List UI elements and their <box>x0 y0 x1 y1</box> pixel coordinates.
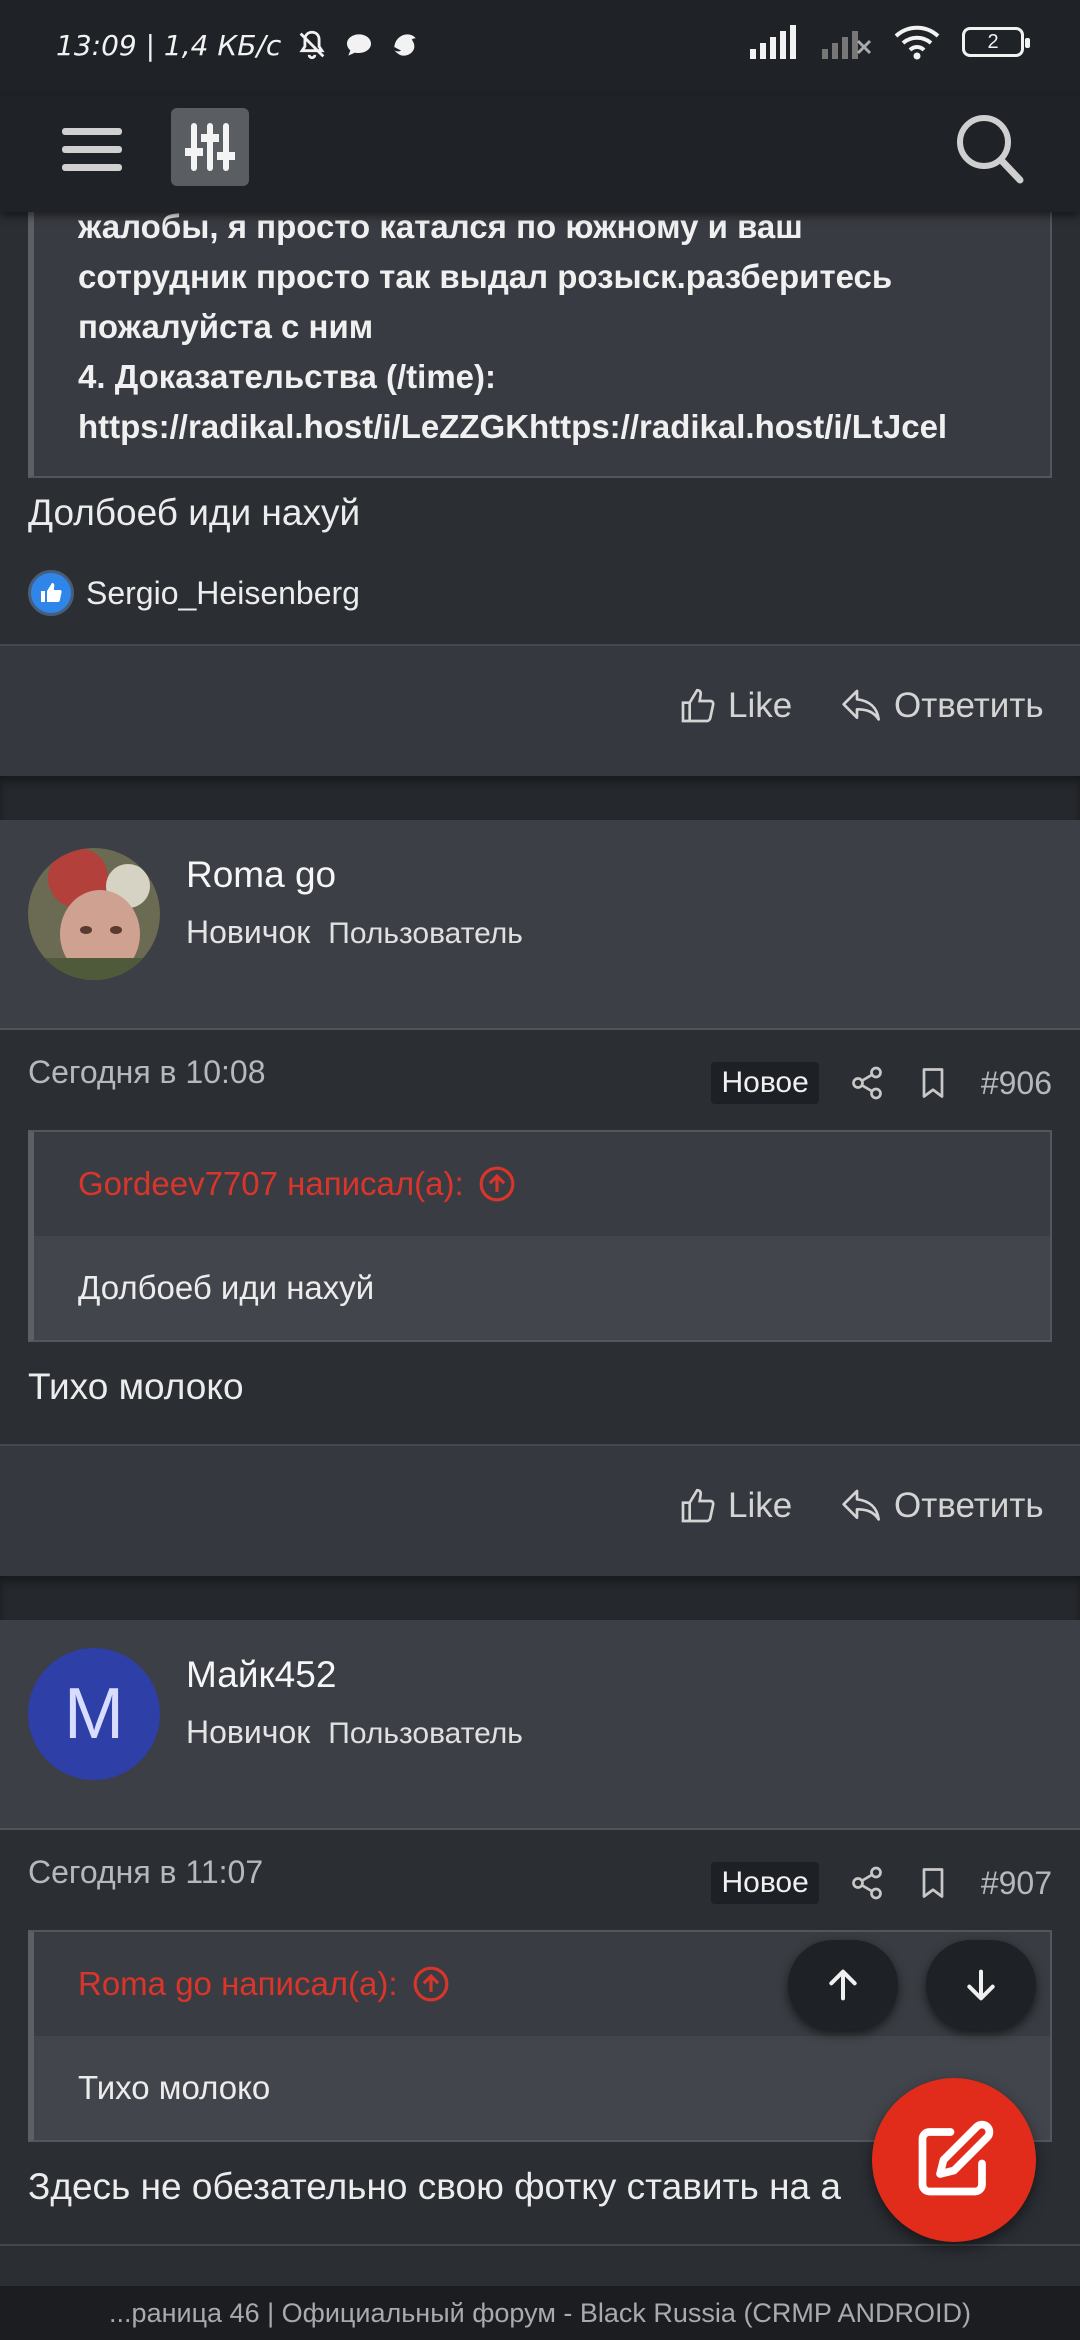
rank-label: Новичок <box>186 914 311 950</box>
bookmark-icon[interactable] <box>915 1865 951 1901</box>
arrow-up-circle-icon[interactable] <box>478 1165 516 1203</box>
post-meta-actions: Новое #906 <box>711 1062 1052 1104</box>
rank-label: Новичок <box>186 1714 311 1750</box>
arrow-up-icon <box>829 1969 857 2001</box>
thread-content[interactable]: жалобы, я просто катался по южному и ваш… <box>0 212 1080 2286</box>
reply-button[interactable]: Ответить <box>840 686 1044 726</box>
avatar-letter: M <box>64 1674 124 1754</box>
like-button[interactable]: Like <box>678 1486 792 1526</box>
status-time: 13:09 | 1,4 КБ/с <box>56 28 282 62</box>
quote-body: Долбоеб иди нахуй <box>34 1236 1050 1340</box>
filter-button[interactable] <box>171 108 249 186</box>
app-bar <box>0 96 1080 212</box>
quote-block: жалобы, я просто катался по южному и ваш… <box>28 212 1052 478</box>
avatar[interactable] <box>28 848 160 980</box>
author-name[interactable]: Roma go <box>186 854 336 896</box>
quote-line: сотрудник просто так выдал розыск.разбер… <box>78 258 893 295</box>
like-label: Like <box>728 686 793 725</box>
quote-line: пожалуйста с ним <box>78 308 374 345</box>
post-meta: Сегодня в 10:08 Новое #906 <box>0 1028 1080 1132</box>
bookmark-icon[interactable] <box>915 1065 951 1101</box>
signal-no-sim-icon <box>822 31 872 59</box>
post-author-header: M Майк452 Новичок Пользователь <box>0 1620 1080 1830</box>
signal-icon <box>750 25 796 59</box>
status-left: 13:09 | 1,4 КБ/с <box>56 28 421 62</box>
reply-icon <box>842 689 881 721</box>
new-badge: Новое <box>711 1862 819 1904</box>
reply-label: Ответить <box>894 686 1044 725</box>
post-author-header: Roma go Новичок Пользователь <box>0 820 1080 1030</box>
quote-author[interactable]: Roma go написал(а): <box>78 1965 398 2003</box>
arrow-up-circle-icon[interactable] <box>412 1965 450 2003</box>
arrow-down-icon <box>967 1969 995 2001</box>
post-separator <box>0 1576 1080 1620</box>
sliders-icon <box>185 123 235 171</box>
scroll-down-button[interactable] <box>926 1940 1036 2030</box>
thumbs-up-icon <box>28 570 74 616</box>
author-name[interactable]: Майк452 <box>186 1654 336 1696</box>
bell-off-icon <box>299 30 325 60</box>
page-title-bar: ...раница 46 | Официальный форум - Black… <box>0 2286 1080 2340</box>
post-message: Здесь не обезательно свою фотку ставить … <box>28 2166 841 2207</box>
quote-block: Gordeev7707 написал(а): Долбоеб иди наху… <box>28 1130 1052 1342</box>
divider <box>0 2244 1080 2246</box>
menu-icon[interactable] <box>62 120 122 180</box>
chat-bubble-icon <box>347 34 372 56</box>
reactions-summary[interactable]: Sergio_Heisenberg <box>28 570 360 616</box>
share-icon[interactable] <box>849 1865 885 1901</box>
reply-button[interactable]: Ответить <box>840 1486 1044 1526</box>
battery-indicator: 2 <box>962 27 1030 57</box>
edit-icon <box>918 2120 994 2196</box>
post-date[interactable]: Сегодня в 11:07 <box>28 1854 263 1891</box>
reply-label: Ответить <box>894 1486 1044 1525</box>
post-actions: Like Ответить <box>0 1444 1080 1576</box>
post-separator <box>0 776 1080 820</box>
bird-icon <box>394 34 416 56</box>
scroll-up-button[interactable] <box>788 1940 898 2030</box>
wifi-icon <box>894 25 940 60</box>
status-bar: 13:09 | 1,4 КБ/с 2 <box>0 0 1080 96</box>
battery-level: 2 <box>987 30 999 53</box>
role-label: Пользователь <box>328 917 523 950</box>
quote-line: 4. Доказательства (/time): <box>78 358 496 395</box>
like-label: Like <box>728 1486 793 1525</box>
new-badge: Новое <box>711 1062 819 1104</box>
avatar[interactable]: M <box>28 1648 160 1780</box>
reply-icon <box>842 1489 881 1521</box>
post-number[interactable]: #906 <box>981 1065 1052 1102</box>
author-rank: Новичок Пользователь <box>186 914 523 951</box>
post-meta: Сегодня в 11:07 Новое #907 <box>0 1828 1080 1932</box>
thumbs-up-outline-icon <box>681 1488 715 1523</box>
search-icon[interactable] <box>954 110 1024 186</box>
share-icon[interactable] <box>849 1065 885 1101</box>
reaction-user[interactable]: Sergio_Heisenberg <box>86 575 360 612</box>
post-message: Тихо молоко <box>28 1366 244 1407</box>
post-meta-actions: Новое #907 <box>711 1862 1052 1904</box>
post-number[interactable]: #907 <box>981 1865 1052 1902</box>
post-actions: Like Ответить <box>0 644 1080 776</box>
compose-button[interactable] <box>872 2078 1036 2242</box>
role-label: Пользователь <box>328 1717 523 1750</box>
post-message: Долбоеб иди нахуй <box>28 492 361 533</box>
thumbs-up-outline-icon <box>681 688 715 723</box>
like-button[interactable]: Like <box>678 686 792 726</box>
author-rank: Новичок Пользователь <box>186 1714 523 1751</box>
quote-link[interactable]: https://radikal.host/i/LeZZGKhttps://rad… <box>78 402 1010 452</box>
quote-author[interactable]: Gordeev7707 написал(а): <box>78 1165 464 1203</box>
quote-header[interactable]: Gordeev7707 написал(а): <box>34 1132 1050 1236</box>
post-date[interactable]: Сегодня в 10:08 <box>28 1054 266 1091</box>
status-right: 2 <box>750 24 1030 60</box>
quote-line: жалобы, я просто катался по южному и ваш <box>78 212 803 245</box>
